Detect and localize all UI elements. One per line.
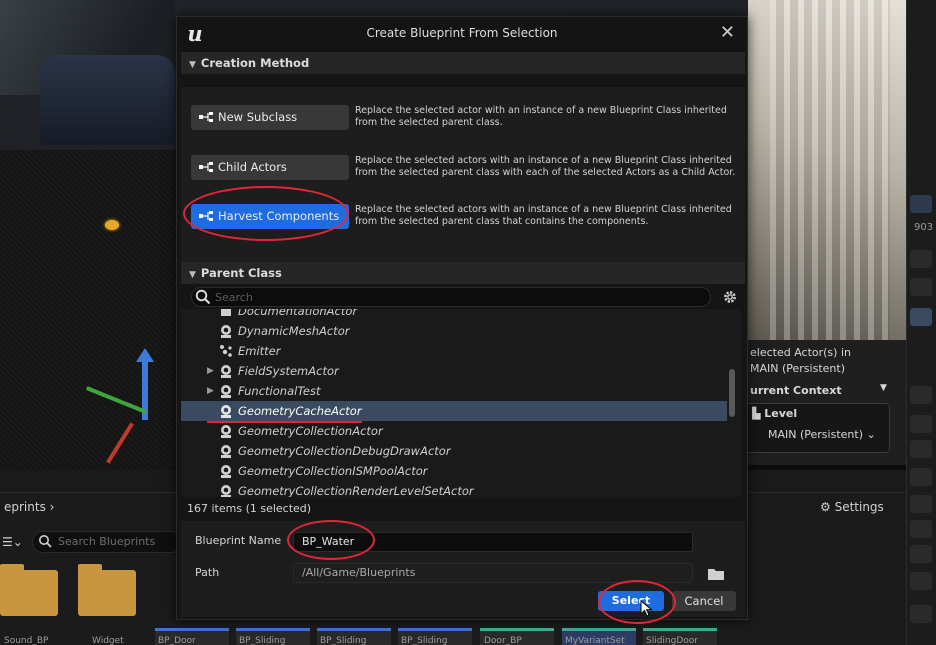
- cancel-button[interactable]: Cancel: [672, 591, 736, 611]
- asset-label: BP_Sliding: [320, 636, 367, 645]
- content-browser-path[interactable]: eprints ›: [4, 500, 54, 514]
- asset-label: Widget: [92, 636, 124, 645]
- parent-class-search-input[interactable]: [191, 287, 711, 307]
- blueprint-class-icon: [199, 162, 213, 172]
- class-row[interactable]: GeometryCollectionDebugDrawActor: [181, 441, 727, 461]
- path-label: Path: [195, 566, 220, 579]
- property-icon[interactable]: [910, 520, 932, 538]
- close-icon[interactable]: ✕: [720, 23, 735, 43]
- actor-icon: [221, 445, 231, 458]
- blueprint-name-label: Blueprint Name: [195, 534, 282, 547]
- items-count: 167 items (1 selected): [187, 502, 312, 515]
- annotation-harvest-components: [183, 186, 349, 241]
- class-list-scrollbar[interactable]: [729, 369, 735, 417]
- create-blueprint-dialog: u Create Blueprint From Selection ✕ ▼ Cre…: [176, 16, 748, 620]
- search-placeholder: Search: [215, 291, 253, 304]
- viewport-sofa: [40, 55, 175, 145]
- light-actor-icon[interactable]: [105, 220, 119, 230]
- actor-selected-icon[interactable]: [910, 308, 932, 326]
- filter-icon[interactable]: [910, 415, 932, 433]
- asset-label: Sound_BP: [4, 636, 49, 645]
- actor-icon: [221, 465, 231, 478]
- level-label: ▙ Level: [752, 407, 798, 420]
- content-browser-search-placeholder: Search Blueprints: [58, 535, 156, 548]
- annotation-blueprint-name: [287, 520, 375, 560]
- class-row[interactable]: DynamicMeshActor: [181, 321, 727, 341]
- collapse-triangle-icon[interactable]: ▼: [189, 264, 196, 286]
- expand-arrow-icon[interactable]: ▶: [207, 381, 214, 401]
- asset-label: BP_Door: [158, 636, 196, 645]
- folder-icon[interactable]: [707, 567, 725, 581]
- harvest-components-description: Replace the selected actors with an inst…: [355, 204, 732, 227]
- emitter-icon: [220, 345, 232, 357]
- new-subclass-button[interactable]: New Subclass: [191, 105, 349, 130]
- class-row[interactable]: Emitter: [181, 341, 727, 361]
- materials-icon[interactable]: [910, 572, 932, 590]
- property-icon[interactable]: [910, 545, 932, 563]
- child-actors-button[interactable]: Child Actors: [191, 155, 349, 180]
- filter-dropdown[interactable]: ☰⌄: [2, 535, 23, 549]
- actor-icon: [221, 385, 231, 398]
- current-context-label: urrent Context: [750, 384, 842, 397]
- chevron-down-icon[interactable]: ▼: [880, 383, 887, 393]
- creation-method-header[interactable]: ▼ Creation Method: [181, 52, 745, 74]
- outliner-count: 903: [914, 222, 934, 233]
- expand-arrow-icon[interactable]: ▶: [207, 361, 214, 381]
- pencil-icon[interactable]: [910, 250, 932, 268]
- asset-label: SlidingDoor: [646, 636, 698, 645]
- parent-class-header[interactable]: ▼ Parent Class: [181, 262, 745, 284]
- asset-label: Door_BP: [484, 636, 522, 645]
- class-row[interactable]: GeometryCollectionRenderLevelSetActor: [181, 481, 727, 497]
- eye-icon[interactable]: [910, 195, 932, 213]
- blueprint-class-icon: [199, 112, 213, 122]
- viewport-curtain: [770, 0, 890, 340]
- transform-icon[interactable]: [910, 468, 932, 486]
- documentation-icon: [221, 309, 231, 316]
- folder-icon[interactable]: [78, 564, 136, 616]
- class-row[interactable]: ▶ FieldSystemActor: [181, 361, 727, 381]
- new-subclass-description: Replace the selected actor with an insta…: [355, 105, 727, 128]
- search-icon: [39, 535, 52, 548]
- actor-icon: [221, 365, 231, 378]
- asset-label: BP_Sliding: [239, 636, 286, 645]
- collapse-triangle-icon[interactable]: ▼: [189, 54, 196, 76]
- class-row[interactable]: GeometryCollectionISMPoolActor: [181, 461, 727, 481]
- search-icon: [195, 289, 211, 305]
- actor-icon: [221, 425, 231, 438]
- viewport-floor: [0, 150, 180, 470]
- property-icon[interactable]: [910, 495, 932, 513]
- asset-label: BP_Sliding: [401, 636, 448, 645]
- selected-actors-level-text: MAIN (Persistent): [750, 362, 845, 375]
- class-row-selected[interactable]: GeometryCacheActor: [181, 401, 727, 421]
- parent-class-list[interactable]: DocumentationActor DynamicMeshActor Emit…: [181, 309, 741, 497]
- class-row[interactable]: GeometryCollectionActor: [181, 421, 727, 441]
- element-icon[interactable]: [910, 605, 932, 623]
- gear-icon[interactable]: [722, 289, 738, 305]
- selected-actors-text: elected Actor(s) in: [750, 346, 851, 359]
- actor-icon: [221, 485, 231, 497]
- search-icon[interactable]: [910, 386, 932, 404]
- content-browser-settings-button[interactable]: ⚙ Settings: [820, 500, 884, 514]
- actor-icon: [221, 325, 231, 338]
- dialog-title: Create Blueprint From Selection: [366, 26, 558, 40]
- actor-icon: [221, 405, 231, 418]
- child-actors-description: Replace the selected actors with an inst…: [355, 155, 736, 178]
- actor-icon[interactable]: [910, 278, 932, 296]
- filter-icon[interactable]: [910, 440, 932, 458]
- asset-label: MyVariantSet: [565, 636, 625, 645]
- folder-icon[interactable]: [0, 564, 58, 616]
- annotation-select-button: [598, 580, 676, 624]
- class-row[interactable]: ▶ FunctionalTest: [181, 381, 727, 401]
- class-row[interactable]: DocumentationActor: [181, 309, 727, 321]
- dialog-titlebar[interactable]: u Create Blueprint From Selection ✕: [177, 17, 747, 51]
- annotation-underline-geometry-cache: [207, 421, 362, 423]
- level-dropdown[interactable]: MAIN (Persistent) ⌄: [768, 428, 876, 441]
